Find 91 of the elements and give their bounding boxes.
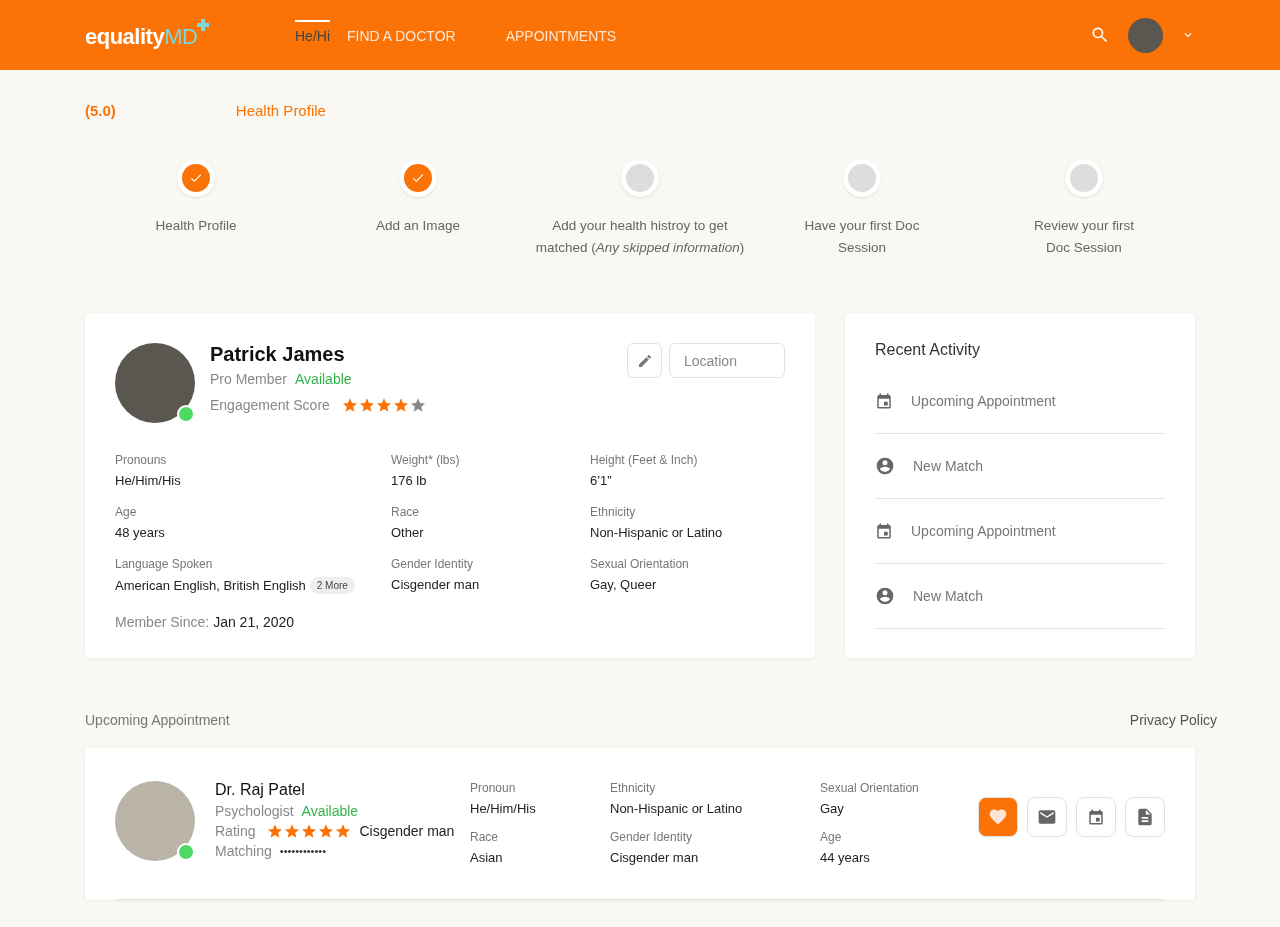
field-value: 176 lb	[391, 473, 428, 488]
logo[interactable]: equalityMD	[85, 19, 295, 51]
star-icon	[284, 823, 301, 839]
field-label: Pronouns	[115, 453, 168, 467]
more-badge[interactable]: 2 More	[309, 577, 355, 594]
favorite-button[interactable]	[978, 797, 1018, 837]
document-button[interactable]	[1125, 797, 1165, 837]
page-title: Health Profile	[235, 102, 326, 119]
calendar-icon	[1087, 808, 1105, 826]
calendar-icon	[875, 392, 893, 410]
field-label: Age	[115, 505, 138, 519]
heart-icon	[988, 807, 1008, 827]
field-label: Sexual Orientation	[820, 781, 920, 795]
field-value: 6’1”	[590, 473, 613, 488]
user-avatar[interactable]	[1128, 17, 1163, 53]
rating-text: (5.0)	[85, 102, 116, 119]
privacy-policy-link[interactable]: Privacy Policy	[1129, 712, 1217, 728]
field-label: Weight* (lbs)	[391, 453, 461, 467]
matching-value: ••••••••••••	[279, 845, 327, 857]
field-value: Other	[391, 525, 425, 540]
star-icon	[392, 397, 409, 413]
star-icon	[335, 823, 352, 839]
star-icon	[375, 397, 392, 413]
rating-label: Rating	[215, 823, 256, 839]
star-icon	[409, 397, 426, 413]
star-icon	[301, 823, 318, 839]
status-text: Available	[295, 371, 352, 387]
star-icon	[318, 823, 335, 839]
star-icon	[267, 823, 284, 839]
step-label: Add an Image	[375, 217, 461, 235]
nav-tab[interactable]: FIND A DOCTOR	[347, 20, 456, 50]
field-value: Cisgender man	[391, 577, 481, 592]
activity-title: Recent Activity	[875, 341, 981, 359]
member-since-date: Jan 21, 2020	[213, 614, 295, 630]
calendar-icon	[875, 522, 893, 540]
step-label: Have your first Doc Session	[803, 217, 921, 257]
status-text: Available	[301, 803, 359, 819]
member-since-label: Member Since:	[115, 614, 210, 630]
field-label: Ethnicity	[610, 781, 657, 795]
field-label: Pronoun	[470, 781, 517, 795]
document-icon	[1135, 807, 1155, 827]
edit-button[interactable]	[627, 343, 662, 378]
field-label: Gender Identity	[610, 830, 694, 844]
person-icon	[875, 586, 895, 606]
field-value: Non-Hispanic or Latino	[590, 525, 724, 540]
search-icon[interactable]	[1090, 25, 1110, 45]
field-label: Ethnicity	[590, 505, 637, 519]
field-label: Sexual Orientation	[590, 557, 690, 571]
field-value: 44 years	[820, 850, 871, 865]
nav-tab[interactable]: APPOINTMENTS	[505, 20, 617, 50]
star-icon	[341, 397, 358, 413]
field-label: Language Spoken	[115, 557, 214, 571]
field-value: 48 years	[115, 525, 166, 540]
field-label: Race	[391, 505, 420, 519]
field-label: Gender Identity	[391, 557, 475, 571]
person-icon	[875, 456, 895, 476]
check-icon	[189, 171, 203, 185]
star-icon	[358, 397, 375, 413]
activity-item[interactable]: Upcoming Appointment	[911, 393, 1056, 409]
field-value: American English, British English	[115, 578, 306, 593]
gender-text: Cisgender man	[359, 823, 455, 839]
activity-item[interactable]: New Match	[913, 588, 984, 604]
field-label: Race	[470, 830, 499, 844]
field-value: He/Him/His	[470, 801, 537, 816]
step-label: Health Profile	[155, 217, 237, 235]
nav-tab[interactable]: He/Hi	[295, 20, 330, 50]
mail-button[interactable]	[1027, 797, 1067, 837]
section-title: Upcoming Appointment	[85, 712, 230, 728]
check-icon	[411, 171, 425, 185]
field-label: Age	[820, 830, 843, 844]
field-value: Gay, Queer	[590, 577, 658, 592]
membership-text: Pro Member	[210, 371, 288, 387]
field-value: Gay	[820, 801, 845, 816]
doctor-role: Psychologist	[215, 803, 294, 819]
mail-icon	[1037, 807, 1057, 827]
field-label: Height (Feet & Inch)	[590, 453, 699, 467]
activity-item[interactable]: Upcoming Appointment	[911, 523, 1056, 539]
doctor-name: Dr. Raj Patel	[215, 781, 306, 799]
profile-name: Patrick James	[210, 343, 346, 366]
calendar-button[interactable]	[1076, 797, 1116, 837]
score-label: Engagement Score	[210, 397, 330, 413]
step-label: Review your first Doc Session	[1033, 217, 1135, 257]
field-value: Non-Hispanic or Latino	[610, 801, 744, 816]
step-label: Add your health histroy to get matched (Any skipped information)	[534, 217, 746, 257]
matching-label: Matching	[215, 843, 272, 859]
location-field[interactable]: Location	[669, 343, 785, 378]
field-value: He/Him/His	[115, 473, 182, 488]
activity-item[interactable]: New Match	[913, 458, 984, 474]
pencil-icon	[636, 352, 653, 369]
field-value: Cisgender man	[610, 850, 700, 865]
field-value: Asian	[470, 850, 504, 865]
